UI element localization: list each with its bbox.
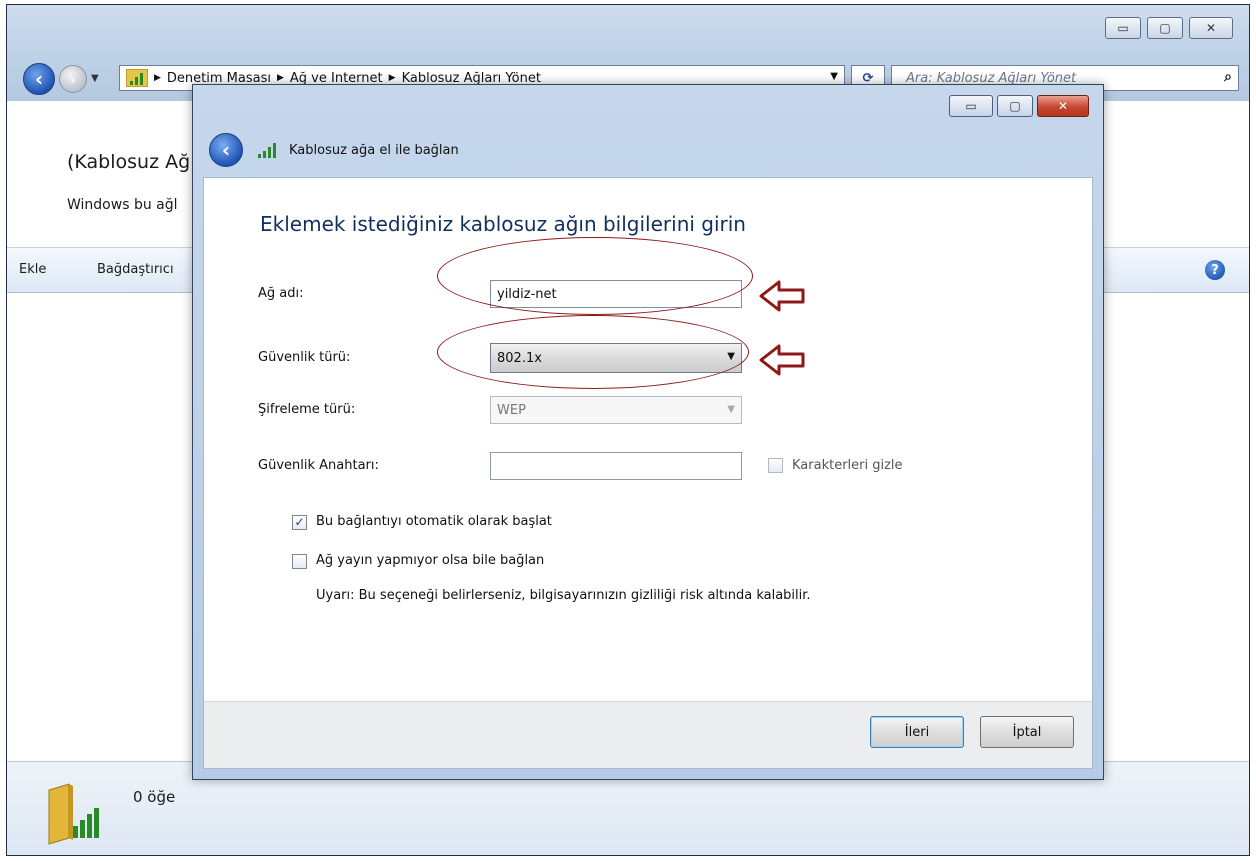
chevron-down-icon: ▼: [727, 404, 735, 415]
add-command[interactable]: Ekle: [19, 262, 46, 277]
recent-pages-dropdown-icon[interactable]: ▼: [91, 73, 99, 84]
encryption-type-select: WEP ▼: [490, 396, 742, 424]
hide-characters-checkbox: [768, 458, 783, 473]
manual-wireless-connect-dialog: ▭ ▢ ✕ ‹ Kablosuz ağa el ile bağlan Eklem…: [192, 84, 1104, 780]
adapter-properties-command[interactable]: Bağdaştırıcı: [97, 262, 174, 277]
security-key-label: Güvenlik Anahtarı:: [258, 458, 379, 473]
wifi-signal-icon: [126, 69, 148, 87]
red-arrow-icon: [759, 280, 805, 312]
page-title: (Kablosuz Ağ: [67, 151, 191, 173]
annotation-ellipse-security-type: [437, 315, 749, 389]
back-arrow-icon[interactable]: ‹: [209, 133, 243, 167]
wifi-signal-icon: [258, 143, 276, 158]
close-button[interactable]: ✕: [1189, 17, 1233, 39]
dialog-close-button[interactable]: ✕: [1037, 95, 1089, 117]
dialog-maximize-button[interactable]: ▢: [997, 95, 1033, 117]
item-count: 0 öğe: [133, 788, 176, 806]
back-arrow-icon[interactable]: ‹: [23, 63, 55, 95]
breadcrumb-separator: ▶: [154, 73, 161, 83]
next-button[interactable]: İleri: [870, 716, 964, 748]
page-description: Windows bu ağl: [67, 197, 178, 213]
breadcrumb-separator: ▶: [388, 73, 396, 83]
maximize-button[interactable]: ▢: [1147, 17, 1183, 39]
hide-characters-label: Karakterleri gizle: [792, 458, 903, 473]
security-type-label: Güvenlik türü:: [258, 350, 351, 365]
wireless-folder-icon: [48, 783, 99, 845]
ssid-label: Ağ adı:: [258, 286, 304, 301]
breadcrumb-separator: ▶: [276, 73, 284, 83]
encryption-type-label: Şifreleme türü:: [258, 402, 356, 417]
instruction-heading: Eklemek istediğiniz kablosuz ağın bilgil…: [260, 212, 746, 236]
help-icon[interactable]: ?: [1205, 260, 1225, 280]
hidden-network-label[interactable]: Ağ yayın yapmıyor olsa bile bağlan: [316, 553, 544, 568]
red-arrow-icon: [759, 344, 805, 376]
minimize-button[interactable]: ▭: [1105, 17, 1141, 39]
dialog-title: Kablosuz ağa el ile bağlan: [289, 143, 459, 158]
cancel-button[interactable]: İptal: [980, 716, 1074, 748]
encryption-type-value: WEP: [497, 402, 526, 418]
chevron-down-icon[interactable]: ▼: [830, 71, 838, 82]
search-icon[interactable]: ⌕: [1224, 69, 1232, 85]
security-key-input[interactable]: [490, 452, 742, 480]
forward-arrow-icon[interactable]: ›: [59, 65, 87, 93]
dialog-footer: İleri İptal: [203, 701, 1093, 769]
privacy-warning: Uyarı: Bu seçeneği belirlerseniz, bilgis…: [316, 588, 811, 603]
annotation-ellipse-network-name: [437, 237, 753, 315]
auto-start-checkbox[interactable]: ✓: [292, 515, 307, 530]
auto-start-label[interactable]: Bu bağlantıyı otomatik olarak başlat: [316, 514, 552, 529]
hidden-network-checkbox[interactable]: [292, 554, 307, 569]
dialog-minimize-button[interactable]: ▭: [949, 95, 993, 117]
